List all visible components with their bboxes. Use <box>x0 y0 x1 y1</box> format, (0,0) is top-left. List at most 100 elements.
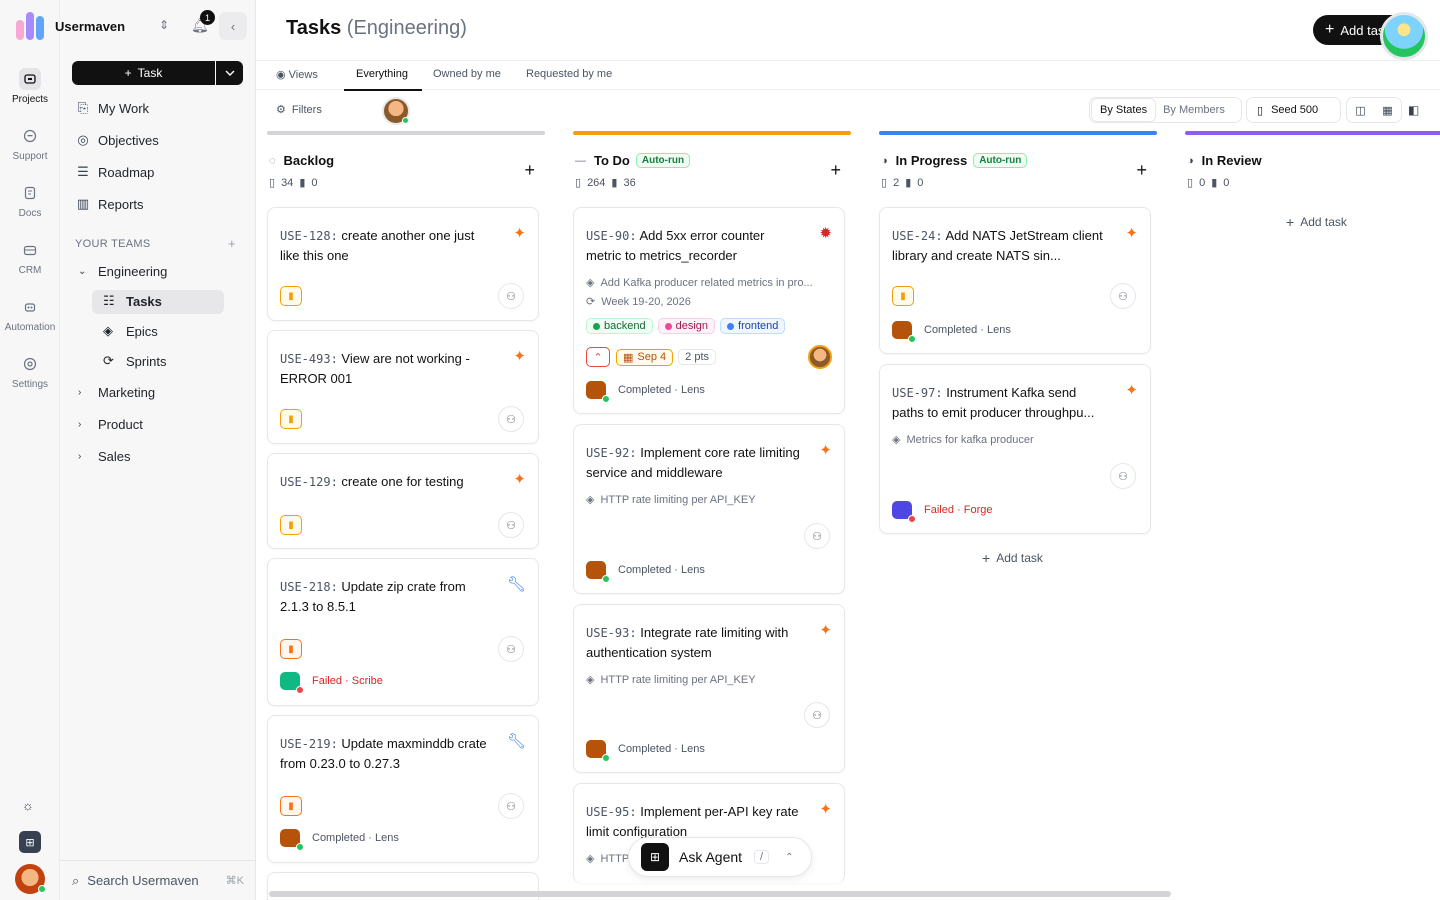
add-team-icon[interactable]: + <box>228 236 236 251</box>
roadmap-icon: ☰ <box>77 164 89 179</box>
page-title: Tasks (Engineering) <box>286 17 467 39</box>
priority-icon[interactable]: ▮ <box>280 515 302 535</box>
tab-requested-by-me[interactable]: Requested by me <box>526 68 612 80</box>
task-card[interactable]: USE-90: Add 5xx error counter metric to … <box>573 207 845 414</box>
agent-status: Completed · Lens <box>280 829 399 851</box>
engineering-sprints[interactable]: ⟳ Sprints <box>103 353 166 369</box>
collapse-sidebar-button[interactable]: ‹ <box>219 12 247 40</box>
task-card[interactable]: USE-218: Update zip crate from 2.1.3 to … <box>267 558 539 706</box>
priority-icon[interactable]: ▮ <box>280 286 302 306</box>
assign-user-icon[interactable]: ⚇ <box>498 512 524 538</box>
priority-icon[interactable]: ▮ <box>280 409 302 429</box>
task-card[interactable]: USE-219: Update maxminddb crate from 0.2… <box>267 715 539 863</box>
member-filter-avatar[interactable] <box>382 97 410 125</box>
projects-icon <box>19 68 41 90</box>
team-engineering[interactable]: ⌄ Engineering <box>78 264 167 279</box>
assign-user-icon[interactable]: ⚇ <box>1110 283 1136 309</box>
todo-add-icon[interactable]: + <box>830 160 841 181</box>
sparkle-icon: ✦ <box>819 622 832 639</box>
autorun-badge[interactable]: Auto-run <box>973 153 1028 168</box>
new-task-dropdown[interactable] <box>216 61 243 85</box>
new-task-button[interactable]: + Task <box>72 61 215 85</box>
in-progress-add-task[interactable]: + Add task <box>982 550 1043 566</box>
search-bar[interactable]: ⌕ Search Usermaven ⌘K <box>60 860 256 900</box>
column-in-review: ◑ In Review ▯ 0 ▮ 0 <box>1185 131 1440 207</box>
customize-icon[interactable]: ◧ <box>1408 103 1419 117</box>
due-date[interactable]: ▦ Sep 4 <box>616 348 674 366</box>
rail-support[interactable]: Support <box>0 125 60 162</box>
nav-my-work[interactable]: ⎘ My Work <box>75 100 149 116</box>
scribe-bot-icon <box>280 672 304 694</box>
epic-label: ◈ Add Kafka producer related metrics in p… <box>586 276 813 290</box>
sparkle-icon: ✦ <box>1125 382 1138 399</box>
points-icon: ▮ <box>299 177 306 189</box>
task-card[interactable]: USE-128: create another one just like th… <box>267 207 539 321</box>
nav-reports[interactable]: ▥ Reports <box>75 196 144 212</box>
rail-settings[interactable]: Settings <box>0 353 60 390</box>
column-todo: — To Do Auto-run ▯ 264 ▮ 36 + <box>573 131 851 207</box>
engineering-epics[interactable]: ◈ Epics <box>103 323 158 339</box>
tab-views[interactable]: ◉ Views <box>276 68 318 81</box>
tab-everything[interactable]: Everything <box>356 68 408 80</box>
assign-user-icon[interactable]: ⚇ <box>498 636 524 662</box>
assign-user-icon[interactable]: ⚇ <box>498 793 524 819</box>
tab-owned-by-me[interactable]: Owned by me <box>433 68 501 80</box>
assign-user-icon[interactable]: ⚇ <box>498 406 524 432</box>
assign-user-icon[interactable]: ⚇ <box>1110 463 1136 489</box>
urgent-priority-icon[interactable]: ⌃ <box>586 347 610 367</box>
filters-button[interactable]: ⚙ Filters <box>276 103 322 117</box>
workspace-switcher[interactable]: Usermaven <box>16 10 125 42</box>
assignee-avatar[interactable] <box>808 345 832 369</box>
rail-crm[interactable]: CRM <box>0 239 60 276</box>
team-sales[interactable]: › Sales <box>78 449 131 464</box>
card-meta: ⌃ ▦ Sep 4 2 pts <box>586 347 721 367</box>
in-progress-add-icon[interactable]: + <box>1136 160 1147 181</box>
task-card[interactable]: USE-129: create one for testing ✦ ▮ ⚇ <box>267 453 539 549</box>
priority-icon[interactable]: ▮ <box>280 796 302 816</box>
task-card[interactable]: USE-97: Instrument Kafka send paths to e… <box>879 364 1151 534</box>
search-shortcut: ⌘K <box>225 875 244 887</box>
agent-status: Failed · Forge <box>892 501 992 523</box>
priority-icon[interactable]: ▮ <box>892 286 914 306</box>
crm-icon <box>19 239 41 261</box>
workspace-avatar[interactable] <box>1380 12 1428 60</box>
by-members-button[interactable]: By Members <box>1155 104 1233 116</box>
story-points[interactable]: 2 pts <box>678 349 717 365</box>
workspace-chevron-icon[interactable]: ⇕ <box>159 18 169 32</box>
task-card[interactable]: USE-92: Implement core rate limiting ser… <box>573 424 845 594</box>
task-card[interactable]: USE-493: View are not working - ERROR 00… <box>267 330 539 444</box>
task-card[interactable]: USE-93: Integrate rate limiting with aut… <box>573 604 845 773</box>
board-view-icon[interactable]: ◫ <box>1355 104 1365 117</box>
table-view-icon[interactable]: ▦ <box>1382 104 1392 117</box>
user-avatar[interactable] <box>15 864 46 894</box>
column-in-progress: ◑ In Progress Auto-run ▯ 2 ▮ 0 + <box>879 131 1157 207</box>
in-review-add-task[interactable]: + Add task <box>1286 214 1347 230</box>
agent-hub-icon[interactable]: ⊞ <box>19 831 41 853</box>
task-card[interactable]: USE-24: Add NATS JetStream client librar… <box>879 207 1151 354</box>
theme-toggle-icon[interactable]: ☼ <box>22 798 34 813</box>
tasks-icon: ▯ <box>269 177 276 189</box>
by-states-button[interactable]: By States <box>1092 99 1156 121</box>
sparkle-icon: ✦ <box>819 801 832 818</box>
engineering-tasks[interactable]: ☷ Tasks <box>103 293 162 309</box>
backlog-add-icon[interactable]: + <box>524 160 535 181</box>
horizontal-scrollbar[interactable] <box>269 891 1171 897</box>
agent-icon: ⊞ <box>641 843 669 871</box>
priority-icon[interactable]: ▮ <box>280 639 302 659</box>
assign-user-icon[interactable]: ⚇ <box>804 523 830 549</box>
assign-user-icon[interactable]: ⚇ <box>804 702 830 728</box>
team-product[interactable]: › Product <box>78 417 143 432</box>
tag-design: design <box>657 318 716 334</box>
autorun-badge[interactable]: Auto-run <box>635 153 691 168</box>
nav-objectives[interactable]: ◎ Objectives <box>75 132 158 148</box>
ask-agent-button[interactable]: ⊞ Ask Agent / ⌃ <box>628 837 812 877</box>
assign-user-icon[interactable]: ⚇ <box>498 283 524 309</box>
seed-button[interactable]: ▯ Seed 500 <box>1246 97 1341 123</box>
team-marketing[interactable]: › Marketing <box>78 385 155 400</box>
rail-docs[interactable]: Docs <box>0 182 60 219</box>
nav-roadmap[interactable]: ☰ Roadmap <box>75 164 154 180</box>
rail-projects[interactable]: Projects <box>0 68 60 105</box>
reports-icon: ▥ <box>76 196 90 211</box>
rail-automation[interactable]: Automation <box>0 296 60 333</box>
in-review-state-icon: ◑ <box>1187 154 1194 167</box>
